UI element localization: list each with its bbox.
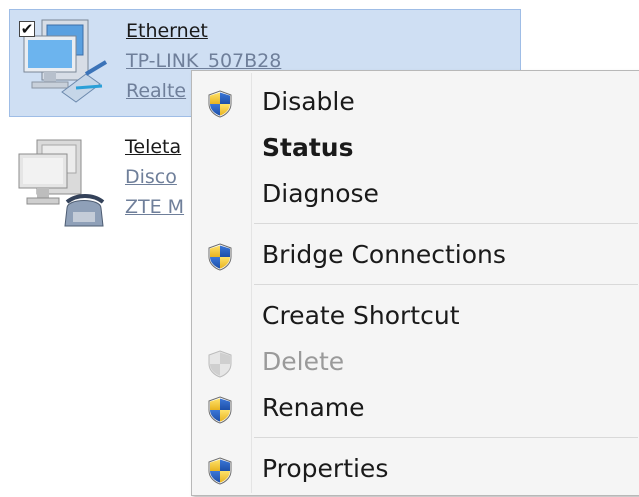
menu-item-label: Status bbox=[262, 133, 354, 162]
menu-item-label: Delete bbox=[262, 347, 345, 376]
menu-item-create-shortcut[interactable]: Create Shortcut bbox=[192, 294, 639, 338]
connection-status: Disco bbox=[125, 166, 177, 188]
menu-item-bridge-connections[interactable]: Bridge Connections bbox=[192, 233, 639, 277]
dialup-modem-icon bbox=[15, 136, 115, 240]
menu-item-label: Rename bbox=[262, 393, 365, 422]
shield-icon bbox=[206, 243, 234, 271]
menu-item-label: Properties bbox=[262, 454, 389, 483]
menu-item-diagnose[interactable]: Diagnose bbox=[192, 172, 639, 216]
shield-icon bbox=[206, 457, 234, 485]
shield-disabled-icon bbox=[206, 350, 234, 378]
menu-separator bbox=[254, 437, 638, 438]
menu-item-status[interactable]: Status bbox=[192, 126, 639, 170]
shield-icon bbox=[206, 396, 234, 424]
menu-item-label: Diagnose bbox=[262, 179, 379, 208]
connection-checkbox[interactable]: ✔ bbox=[19, 21, 35, 37]
menu-item-properties[interactable]: Properties bbox=[192, 447, 639, 491]
menu-separator bbox=[254, 284, 638, 285]
connection-device: ZTE M bbox=[125, 196, 185, 218]
menu-item-label: Create Shortcut bbox=[262, 301, 460, 330]
menu-item-label: Bridge Connections bbox=[262, 240, 506, 269]
menu-item-disable[interactable]: Disable bbox=[192, 80, 639, 124]
connection-name: Ethernet bbox=[126, 20, 208, 42]
context-menu: Disable Status Diagnose Bridge Connectio… bbox=[191, 70, 639, 496]
menu-separator bbox=[254, 223, 638, 224]
menu-item-label: Disable bbox=[262, 87, 355, 116]
menu-item-delete: Delete bbox=[192, 340, 639, 384]
menu-item-rename[interactable]: Rename bbox=[192, 386, 639, 430]
shield-icon bbox=[206, 90, 234, 118]
connection-name: Teleta bbox=[125, 136, 182, 158]
